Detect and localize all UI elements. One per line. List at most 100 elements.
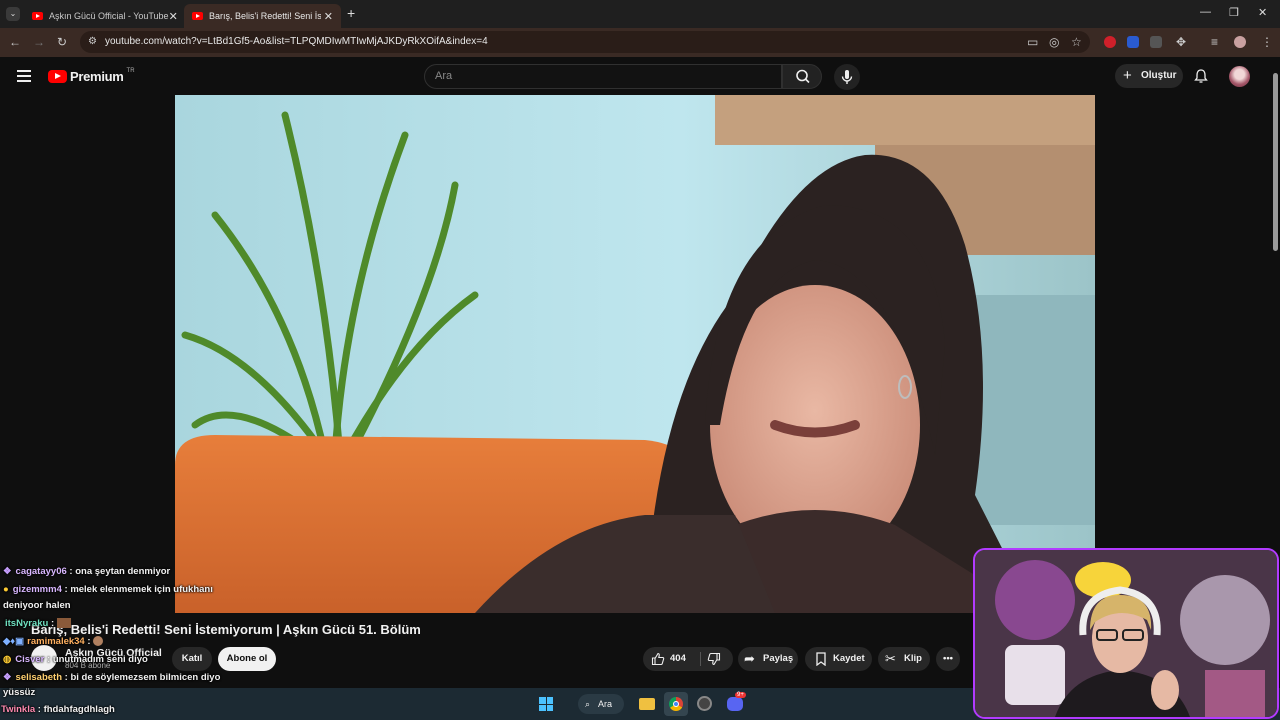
save-label: Kaydet bbox=[833, 653, 865, 664]
join-button[interactable]: Katıl bbox=[172, 647, 212, 671]
extension-blue-icon[interactable] bbox=[1127, 36, 1139, 48]
scissors-icon: ✂ bbox=[885, 651, 896, 666]
youtube-premium-logo[interactable]: Premium TR bbox=[48, 67, 135, 84]
chat-username: ramimalek34 bbox=[27, 636, 85, 647]
share-button[interactable]: ➦ Paylaş bbox=[738, 647, 798, 671]
chat-emote-icon bbox=[93, 636, 104, 647]
like-button[interactable]: 404 bbox=[643, 647, 699, 671]
discord-icon[interactable] bbox=[727, 697, 743, 711]
taskbar-search-label: Ara bbox=[598, 699, 613, 709]
save-button[interactable]: Kaydet bbox=[805, 647, 872, 671]
forward-icon[interactable]: → bbox=[33, 35, 45, 49]
search-icon bbox=[796, 69, 810, 84]
discord-badge: 9+ bbox=[735, 692, 746, 698]
chat-text: unutmadım seni diyo bbox=[52, 654, 148, 665]
hamburger-menu-icon[interactable] bbox=[17, 70, 31, 82]
site-info-icon[interactable]: ⚙ bbox=[88, 31, 97, 53]
streamer-webcam-overlay bbox=[973, 548, 1279, 719]
voice-search-button[interactable] bbox=[834, 64, 860, 90]
search-button[interactable] bbox=[782, 64, 822, 89]
youtube-favicon-icon bbox=[32, 12, 43, 20]
chat-message: ◍ Cisver : unutmadım seni diyo bbox=[3, 654, 148, 665]
chat-badge-icon: ❖ bbox=[3, 672, 12, 683]
tab-title: Barış, Belis'i Redetti! Seni İstemi bbox=[209, 11, 321, 21]
extension-red-icon[interactable] bbox=[1104, 36, 1116, 48]
address-bar-row: ← → ↻ ⚙ youtube.com/watch?v=LtBd1Gf5-Ao&… bbox=[0, 28, 1280, 57]
youtube-play-icon bbox=[48, 70, 67, 83]
chat-message: deniyoor halen bbox=[3, 600, 71, 611]
youtube-favicon-icon bbox=[192, 12, 203, 20]
logo-text: Premium bbox=[70, 69, 124, 84]
create-label: Oluştur bbox=[1141, 70, 1177, 81]
chat-message: Twinkla : fhdahfagdhlagh bbox=[1, 704, 115, 715]
chrome-icon[interactable] bbox=[664, 692, 688, 716]
tab-list-button[interactable]: ⌄ bbox=[6, 7, 20, 21]
clip-label: Klip bbox=[904, 653, 922, 664]
chat-message: ❖ cagatayy06 : ona şeytan denmiyor bbox=[3, 566, 171, 577]
account-avatar[interactable] bbox=[1229, 66, 1250, 87]
extension-dark-icon[interactable] bbox=[1150, 36, 1162, 48]
chat-text: melek elenmemek için ufukhanı bbox=[70, 584, 213, 595]
plus-icon: + bbox=[1123, 67, 1132, 84]
chat-text: ona şeytan denmiyor bbox=[75, 566, 171, 577]
country-code: TR bbox=[126, 67, 135, 74]
search-input[interactable]: Ara bbox=[424, 64, 782, 89]
bookmark-icon bbox=[816, 652, 826, 666]
chat-username: cagatayy06 bbox=[15, 566, 67, 577]
search-icon: ⌕ bbox=[585, 699, 591, 709]
like-dislike-group: 404 bbox=[643, 647, 733, 671]
chat-text: bi de söylemezsem bilmicen diyo bbox=[70, 672, 221, 683]
back-icon[interactable]: ← bbox=[9, 35, 21, 49]
chat-text: fhdahfagdhlagh bbox=[43, 704, 115, 715]
new-tab-button[interactable]: + bbox=[347, 5, 355, 21]
tab-title: Aşkın Gücü Official - YouTube bbox=[49, 11, 169, 21]
chat-text: deniyoor halen bbox=[3, 600, 71, 611]
tab-askin-gucu-official[interactable]: Aşkın Gücü Official - YouTube ✕ bbox=[24, 4, 182, 28]
browser-menu-icon[interactable]: ⋮ bbox=[1261, 35, 1273, 49]
install-app-icon[interactable]: ▭ bbox=[1027, 35, 1038, 49]
app-dark-icon[interactable] bbox=[697, 696, 712, 711]
close-window-icon[interactable]: ✕ bbox=[1258, 6, 1267, 19]
minimize-icon[interactable]: — bbox=[1200, 6, 1211, 18]
chat-username: Twinkla bbox=[1, 704, 36, 715]
video-player[interactable] bbox=[175, 95, 1095, 613]
more-actions-button[interactable]: ••• bbox=[936, 647, 960, 671]
subscribe-button[interactable]: Abone ol bbox=[218, 647, 276, 671]
taskbar-search[interactable]: ⌕ Ara bbox=[578, 694, 624, 714]
chat-username: itsNyraku bbox=[5, 618, 49, 629]
video-title: Barış, Belis'i Redetti! Seni İstemiyorum… bbox=[31, 622, 421, 637]
chat-message: ● gizemmm4 : melek elenmemek için ufukhan… bbox=[3, 584, 213, 595]
maximize-icon[interactable]: ❐ bbox=[1229, 6, 1239, 19]
chat-message: itsNyraku : bbox=[5, 618, 71, 629]
chat-text: yüssüz bbox=[3, 687, 36, 698]
file-explorer-icon[interactable] bbox=[639, 698, 655, 710]
chat-badge-icon: ● bbox=[3, 584, 9, 595]
like-count: 404 bbox=[670, 653, 686, 664]
share-arrow-icon: ➦ bbox=[744, 651, 755, 666]
clip-button[interactable]: ✂ Klip bbox=[878, 647, 930, 671]
windows-start-icon[interactable] bbox=[539, 697, 553, 711]
chat-emote-icon bbox=[56, 618, 71, 629]
close-tab-icon[interactable]: ✕ bbox=[169, 10, 178, 23]
chat-badge-icon: ◆♦▣ bbox=[3, 636, 25, 647]
chat-message: ◆♦▣ ramimalek34 : bbox=[3, 636, 104, 647]
chat-username: selisabeth bbox=[15, 672, 62, 683]
chat-username: gizemmm4 bbox=[12, 584, 62, 595]
browser-tab-bar: ⌄ Aşkın Gücü Official - YouTube ✕ Barış,… bbox=[0, 0, 1280, 28]
extensions-puzzle-icon[interactable]: ✥ bbox=[1176, 35, 1186, 49]
dislike-button[interactable] bbox=[701, 647, 733, 671]
tab-baris-belis[interactable]: Barış, Belis'i Redetti! Seni İstemi ✕ bbox=[184, 4, 341, 28]
url-field[interactable]: ⚙ youtube.com/watch?v=LtBd1Gf5-Ao&list=T… bbox=[80, 31, 1090, 53]
bookmark-star-icon[interactable]: ☆ bbox=[1071, 35, 1082, 49]
chat-message: yüssüz bbox=[3, 687, 35, 698]
close-tab-icon[interactable]: ✕ bbox=[324, 10, 333, 23]
tracking-eye-icon[interactable]: ◎ bbox=[1049, 35, 1059, 49]
create-button[interactable]: + Oluştur bbox=[1115, 64, 1183, 88]
reload-icon[interactable]: ↻ bbox=[57, 35, 67, 49]
youtube-header: Premium TR Ara + Oluştur bbox=[0, 57, 1280, 95]
profile-avatar-icon[interactable] bbox=[1234, 36, 1246, 48]
scrollbar-thumb[interactable] bbox=[1273, 73, 1278, 251]
notifications-bell-icon[interactable] bbox=[1193, 68, 1209, 84]
more-horizontal-icon: ••• bbox=[943, 653, 953, 664]
reading-list-icon[interactable]: ≡ bbox=[1211, 35, 1218, 49]
